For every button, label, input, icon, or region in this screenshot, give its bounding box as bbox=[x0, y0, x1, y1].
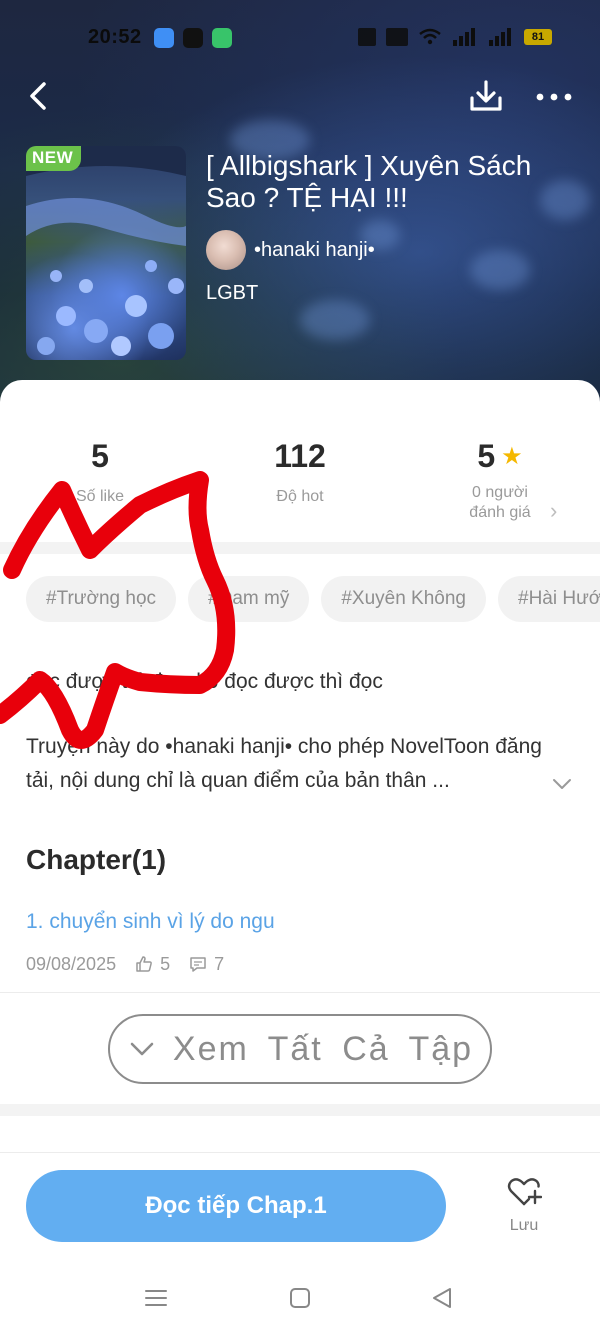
bg-blur bbox=[300, 300, 370, 340]
cover-flowers bbox=[26, 146, 186, 356]
zalo-icon bbox=[183, 28, 203, 48]
signal-icon bbox=[453, 28, 475, 46]
bottom-action-bar: Đọc tiếp Chap.1 Lưu bbox=[0, 1152, 600, 1262]
story-summary: đọc được thì đọc, ko đọc được thì đọc bbox=[26, 670, 383, 693]
continue-reading-button[interactable]: Đọc tiếp Chap.1 bbox=[26, 1170, 446, 1242]
tag-chip[interactable]: #Xuyên Không bbox=[321, 576, 486, 622]
divider-line bbox=[0, 1152, 600, 1153]
chapter-link[interactable]: 1. chuyển sinh vì lý do ngu bbox=[26, 910, 275, 934]
genre-label: LGBT bbox=[206, 282, 259, 304]
stats-row: 5 Số like 112 Độ hot 5 ★ 0 người đánh gi… bbox=[0, 438, 600, 528]
nfc-icon bbox=[358, 28, 376, 46]
book-cover[interactable]: NEW bbox=[26, 146, 186, 360]
author-name[interactable]: •hanaki hanji• bbox=[254, 239, 375, 262]
author-avatar[interactable] bbox=[206, 230, 246, 270]
home-icon[interactable] bbox=[286, 1284, 314, 1312]
chapter-heading: Chapter(1) bbox=[26, 844, 167, 875]
status-time: 20:52 bbox=[88, 26, 142, 48]
section-divider bbox=[0, 542, 600, 554]
download-icon[interactable] bbox=[466, 76, 506, 116]
save-label: Lưu bbox=[509, 1217, 539, 1234]
tag-chip[interactable]: #Hài Hước bbox=[498, 576, 600, 622]
chevron-down-icon[interactable] bbox=[550, 772, 574, 796]
top-navigation bbox=[0, 74, 600, 118]
chapter-comments: 7 bbox=[214, 953, 225, 974]
chevron-down-icon bbox=[130, 1042, 154, 1056]
stat-likes-label: Số like bbox=[75, 488, 125, 505]
heart-add-icon bbox=[507, 1178, 543, 1206]
comment-icon bbox=[190, 957, 206, 972]
stat-rating-value-wrap: 5 ★ bbox=[477, 438, 522, 475]
status-indicators: 81 bbox=[358, 28, 552, 46]
battery-icon: 81 bbox=[524, 29, 552, 45]
system-navigation-bar bbox=[0, 1262, 600, 1333]
wifi-icon bbox=[419, 28, 441, 45]
stat-hot: 112 Độ hot bbox=[200, 438, 400, 507]
back-arrow-icon[interactable] bbox=[22, 76, 62, 116]
tag-chip[interactable]: #Trường học bbox=[26, 576, 177, 622]
status-bar: 20:52 81 bbox=[0, 20, 600, 58]
stat-likes-value: 5 bbox=[91, 438, 109, 474]
stat-hot-value: 112 bbox=[274, 438, 326, 474]
stat-hot-label: Độ hot bbox=[276, 488, 324, 505]
new-badge: NEW bbox=[26, 146, 82, 171]
chevron-right-icon[interactable]: › bbox=[550, 498, 557, 524]
chat-icon bbox=[212, 28, 232, 48]
chapter-meta: 09/08/2025 5 7 bbox=[26, 952, 224, 976]
stat-likes: 5 Số like bbox=[0, 438, 200, 507]
messages-icon bbox=[154, 28, 174, 48]
divider-line bbox=[0, 992, 600, 993]
see-all-label: Xem Tất Cả Tập bbox=[172, 1029, 474, 1068]
author-row[interactable]: •hanaki hanji• bbox=[206, 230, 375, 270]
stat-rating-label: 0 người đánh giá bbox=[469, 484, 531, 521]
hero-header: 20:52 81 NEW [Allbigshark] Xuyên Sách … bbox=[0, 0, 600, 420]
star-icon: ★ bbox=[501, 442, 523, 470]
see-all-chapters-button[interactable]: Xem Tất Cả Tập bbox=[108, 1014, 492, 1084]
book-title: [ Allbigshark ] Xuyên Sách Sao ? TỆ HẠI … bbox=[206, 150, 532, 213]
bg-blur bbox=[470, 250, 530, 290]
chapter-likes: 5 bbox=[160, 953, 171, 974]
save-button[interactable]: Lưu bbox=[492, 1176, 556, 1246]
signal-icon-2 bbox=[489, 28, 511, 46]
more-icon[interactable] bbox=[532, 76, 576, 116]
tag-list: #Trường học#Đam mỹ#Xuyên Không #Hài Hước bbox=[26, 576, 600, 622]
chapter-date: 09/08/2025 bbox=[26, 953, 117, 974]
stat-rating-value: 5 bbox=[477, 438, 496, 474]
stat-rating[interactable]: 5 ★ 0 người đánh giá bbox=[400, 438, 600, 523]
back-triangle-icon[interactable] bbox=[428, 1284, 456, 1312]
menu-icon[interactable] bbox=[142, 1284, 170, 1312]
sim-icon bbox=[386, 28, 408, 46]
thumbs-up-icon bbox=[136, 956, 152, 972]
section-divider bbox=[0, 1104, 600, 1116]
tag-chip[interactable]: #Đam mỹ bbox=[188, 576, 310, 622]
story-disclaimer: Truyện này do •hanaki hanji• cho phép No… bbox=[26, 735, 542, 792]
